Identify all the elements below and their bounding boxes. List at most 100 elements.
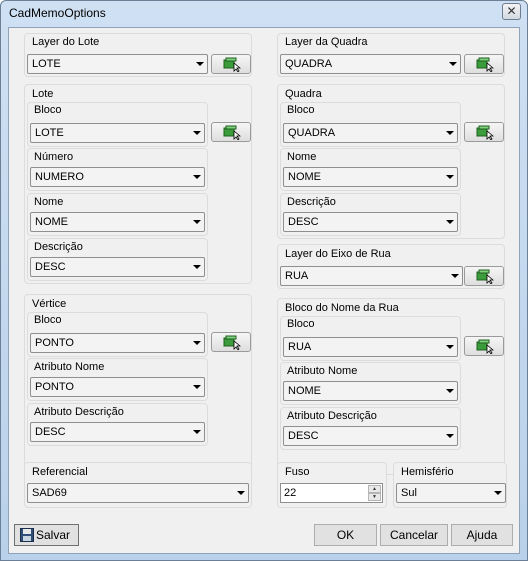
lote-numero-label: Número [34, 151, 74, 163]
lote-nome-value: NOME [35, 216, 68, 228]
layer-lote-value: LOTE [32, 58, 61, 70]
hemisferio-panel: Hemisfério Sul [393, 462, 507, 508]
vertice-panel: Vértice Bloco PONTO Atributo Nome PONTO [24, 294, 252, 471]
lote-nome-label: Nome [34, 196, 64, 208]
window-title: CadMemoOptions [9, 6, 106, 20]
quadra-label: Quadra [285, 88, 322, 100]
spin-buttons: ▲ ▼ [368, 485, 381, 501]
lote-descricao-panel: Descrição DESC [27, 238, 208, 281]
referencial-value: SAD69 [32, 487, 67, 499]
lote-descricao-label: Descrição [34, 241, 83, 253]
vertice-atr-nome-panel: Atributo Nome PONTO [27, 358, 208, 401]
spin-up-button[interactable]: ▲ [368, 485, 381, 493]
quadra-nome-label: Nome [287, 151, 317, 163]
select-object-icon [476, 125, 494, 140]
lote-numero-value: NUMERO [35, 171, 84, 183]
fuso-panel: Fuso 22 ▲ ▼ [277, 462, 387, 508]
cancelar-button[interactable]: Cancelar [380, 524, 448, 546]
chevron-down-icon [193, 220, 201, 224]
chevron-down-icon [237, 491, 245, 495]
title-bar[interactable]: CadMemoOptions ✕ [1, 1, 527, 27]
floppy-disk-icon [20, 528, 34, 542]
bloco-rua-bloco-label: Bloco [287, 318, 315, 330]
bloco-rua-atr-nome-panel: Atributo Nome NOME [280, 362, 461, 405]
quadra-bloco-label: Bloco [287, 104, 315, 116]
salvar-button[interactable]: Salvar [14, 524, 79, 546]
bloco-rua-atr-desc-label: Atributo Descrição [287, 410, 377, 422]
lote-bloco-select[interactable]: LOTE [30, 123, 205, 143]
vertice-bloco-panel: Bloco PONTO [27, 312, 208, 357]
layer-quadra-pick-button[interactable] [464, 54, 504, 74]
lote-numero-select[interactable]: NUMERO [30, 167, 205, 187]
layer-lote-panel: Layer do Lote LOTE [24, 33, 252, 77]
chevron-down-icon [446, 131, 454, 135]
quadra-descricao-label: Descrição [287, 196, 336, 208]
lote-nome-panel: Nome NOME [27, 193, 208, 236]
select-object-icon [476, 269, 494, 284]
layer-eixo-label: Layer do Eixo de Rua [285, 248, 391, 260]
vertice-bloco-pick-button[interactable] [211, 332, 251, 352]
vertice-atr-nome-value: PONTO [35, 381, 74, 393]
dialog-client: Layer do Lote LOTE Layer da Quadra QUADR… [8, 27, 520, 554]
bloco-rua-atr-desc-panel: Atributo Descrição DESC [280, 407, 461, 450]
bloco-rua-atr-nome-value: NOME [288, 385, 321, 397]
bloco-rua-bloco-panel: Bloco RUA [280, 316, 461, 361]
lote-label: Lote [32, 88, 54, 100]
referencial-panel: Referencial SAD69 [24, 462, 252, 508]
layer-eixo-pick-button[interactable] [464, 266, 504, 286]
lote-bloco-pick-button[interactable] [211, 122, 251, 142]
vertice-atr-desc-label: Atributo Descrição [34, 406, 124, 418]
quadra-nome-select[interactable]: NOME [283, 167, 458, 187]
bloco-rua-pick-button[interactable] [464, 336, 504, 356]
vertice-bloco-label: Bloco [34, 314, 62, 326]
select-object-icon [476, 57, 494, 72]
quadra-bloco-pick-button[interactable] [464, 122, 504, 142]
chevron-down-icon [449, 62, 457, 66]
quadra-nome-panel: Nome NOME [280, 148, 461, 191]
select-object-icon [223, 335, 241, 350]
chevron-down-icon [446, 175, 454, 179]
quadra-bloco-select[interactable]: QUADRA [283, 123, 458, 143]
layer-quadra-label: Layer da Quadra [285, 36, 368, 48]
chevron-down-icon [446, 220, 454, 224]
lote-numero-panel: Número NUMERO [27, 148, 208, 191]
dialog-window: CadMemoOptions ✕ Layer do Lote LOTE Laye… [0, 0, 528, 561]
fuso-spinbox[interactable]: 22 ▲ ▼ [280, 483, 383, 503]
lote-descricao-select[interactable]: DESC [30, 257, 205, 277]
vertice-atr-desc-select[interactable]: DESC [30, 422, 205, 442]
bloco-rua-label: Bloco do Nome da Rua [285, 302, 399, 314]
referencial-label: Referencial [32, 466, 88, 478]
vertice-atr-desc-value: DESC [35, 426, 66, 438]
quadra-descricao-select[interactable]: DESC [283, 212, 458, 232]
layer-quadra-select[interactable]: QUADRA [280, 54, 461, 74]
vertice-atr-nome-select[interactable]: PONTO [30, 377, 205, 397]
hemisferio-select[interactable]: Sul [396, 483, 506, 503]
layer-lote-pick-button[interactable] [211, 54, 251, 74]
vertice-bloco-select[interactable]: PONTO [30, 333, 205, 353]
quadra-bloco-panel: Bloco QUADRA [280, 102, 461, 147]
ok-button[interactable]: OK [314, 524, 377, 546]
chevron-down-icon [446, 345, 454, 349]
lote-nome-select[interactable]: NOME [30, 212, 205, 232]
close-button[interactable]: ✕ [502, 3, 521, 20]
chevron-down-icon [193, 175, 201, 179]
chevron-down-icon [446, 389, 454, 393]
select-object-icon [223, 57, 241, 72]
referencial-select[interactable]: SAD69 [27, 483, 249, 503]
bloco-rua-bloco-select[interactable]: RUA [283, 337, 458, 357]
ajuda-button[interactable]: Ajuda [451, 524, 513, 546]
quadra-descricao-panel: Descrição DESC [280, 193, 461, 236]
bloco-rua-atr-desc-value: DESC [288, 430, 319, 442]
spin-down-button[interactable]: ▼ [368, 493, 381, 501]
fuso-value: 22 [284, 487, 297, 499]
bloco-rua-atr-desc-select[interactable]: DESC [283, 426, 458, 446]
layer-lote-select[interactable]: LOTE [27, 54, 208, 74]
select-object-icon [223, 125, 241, 140]
bloco-rua-atr-nome-label: Atributo Nome [287, 365, 358, 377]
bloco-rua-atr-nome-select[interactable]: NOME [283, 381, 458, 401]
chevron-down-icon [494, 491, 502, 495]
salvar-label: Salvar [36, 528, 71, 542]
hemisferio-label: Hemisfério [401, 466, 454, 478]
chevron-down-icon [193, 131, 201, 135]
layer-eixo-select[interactable]: RUA [280, 266, 463, 286]
